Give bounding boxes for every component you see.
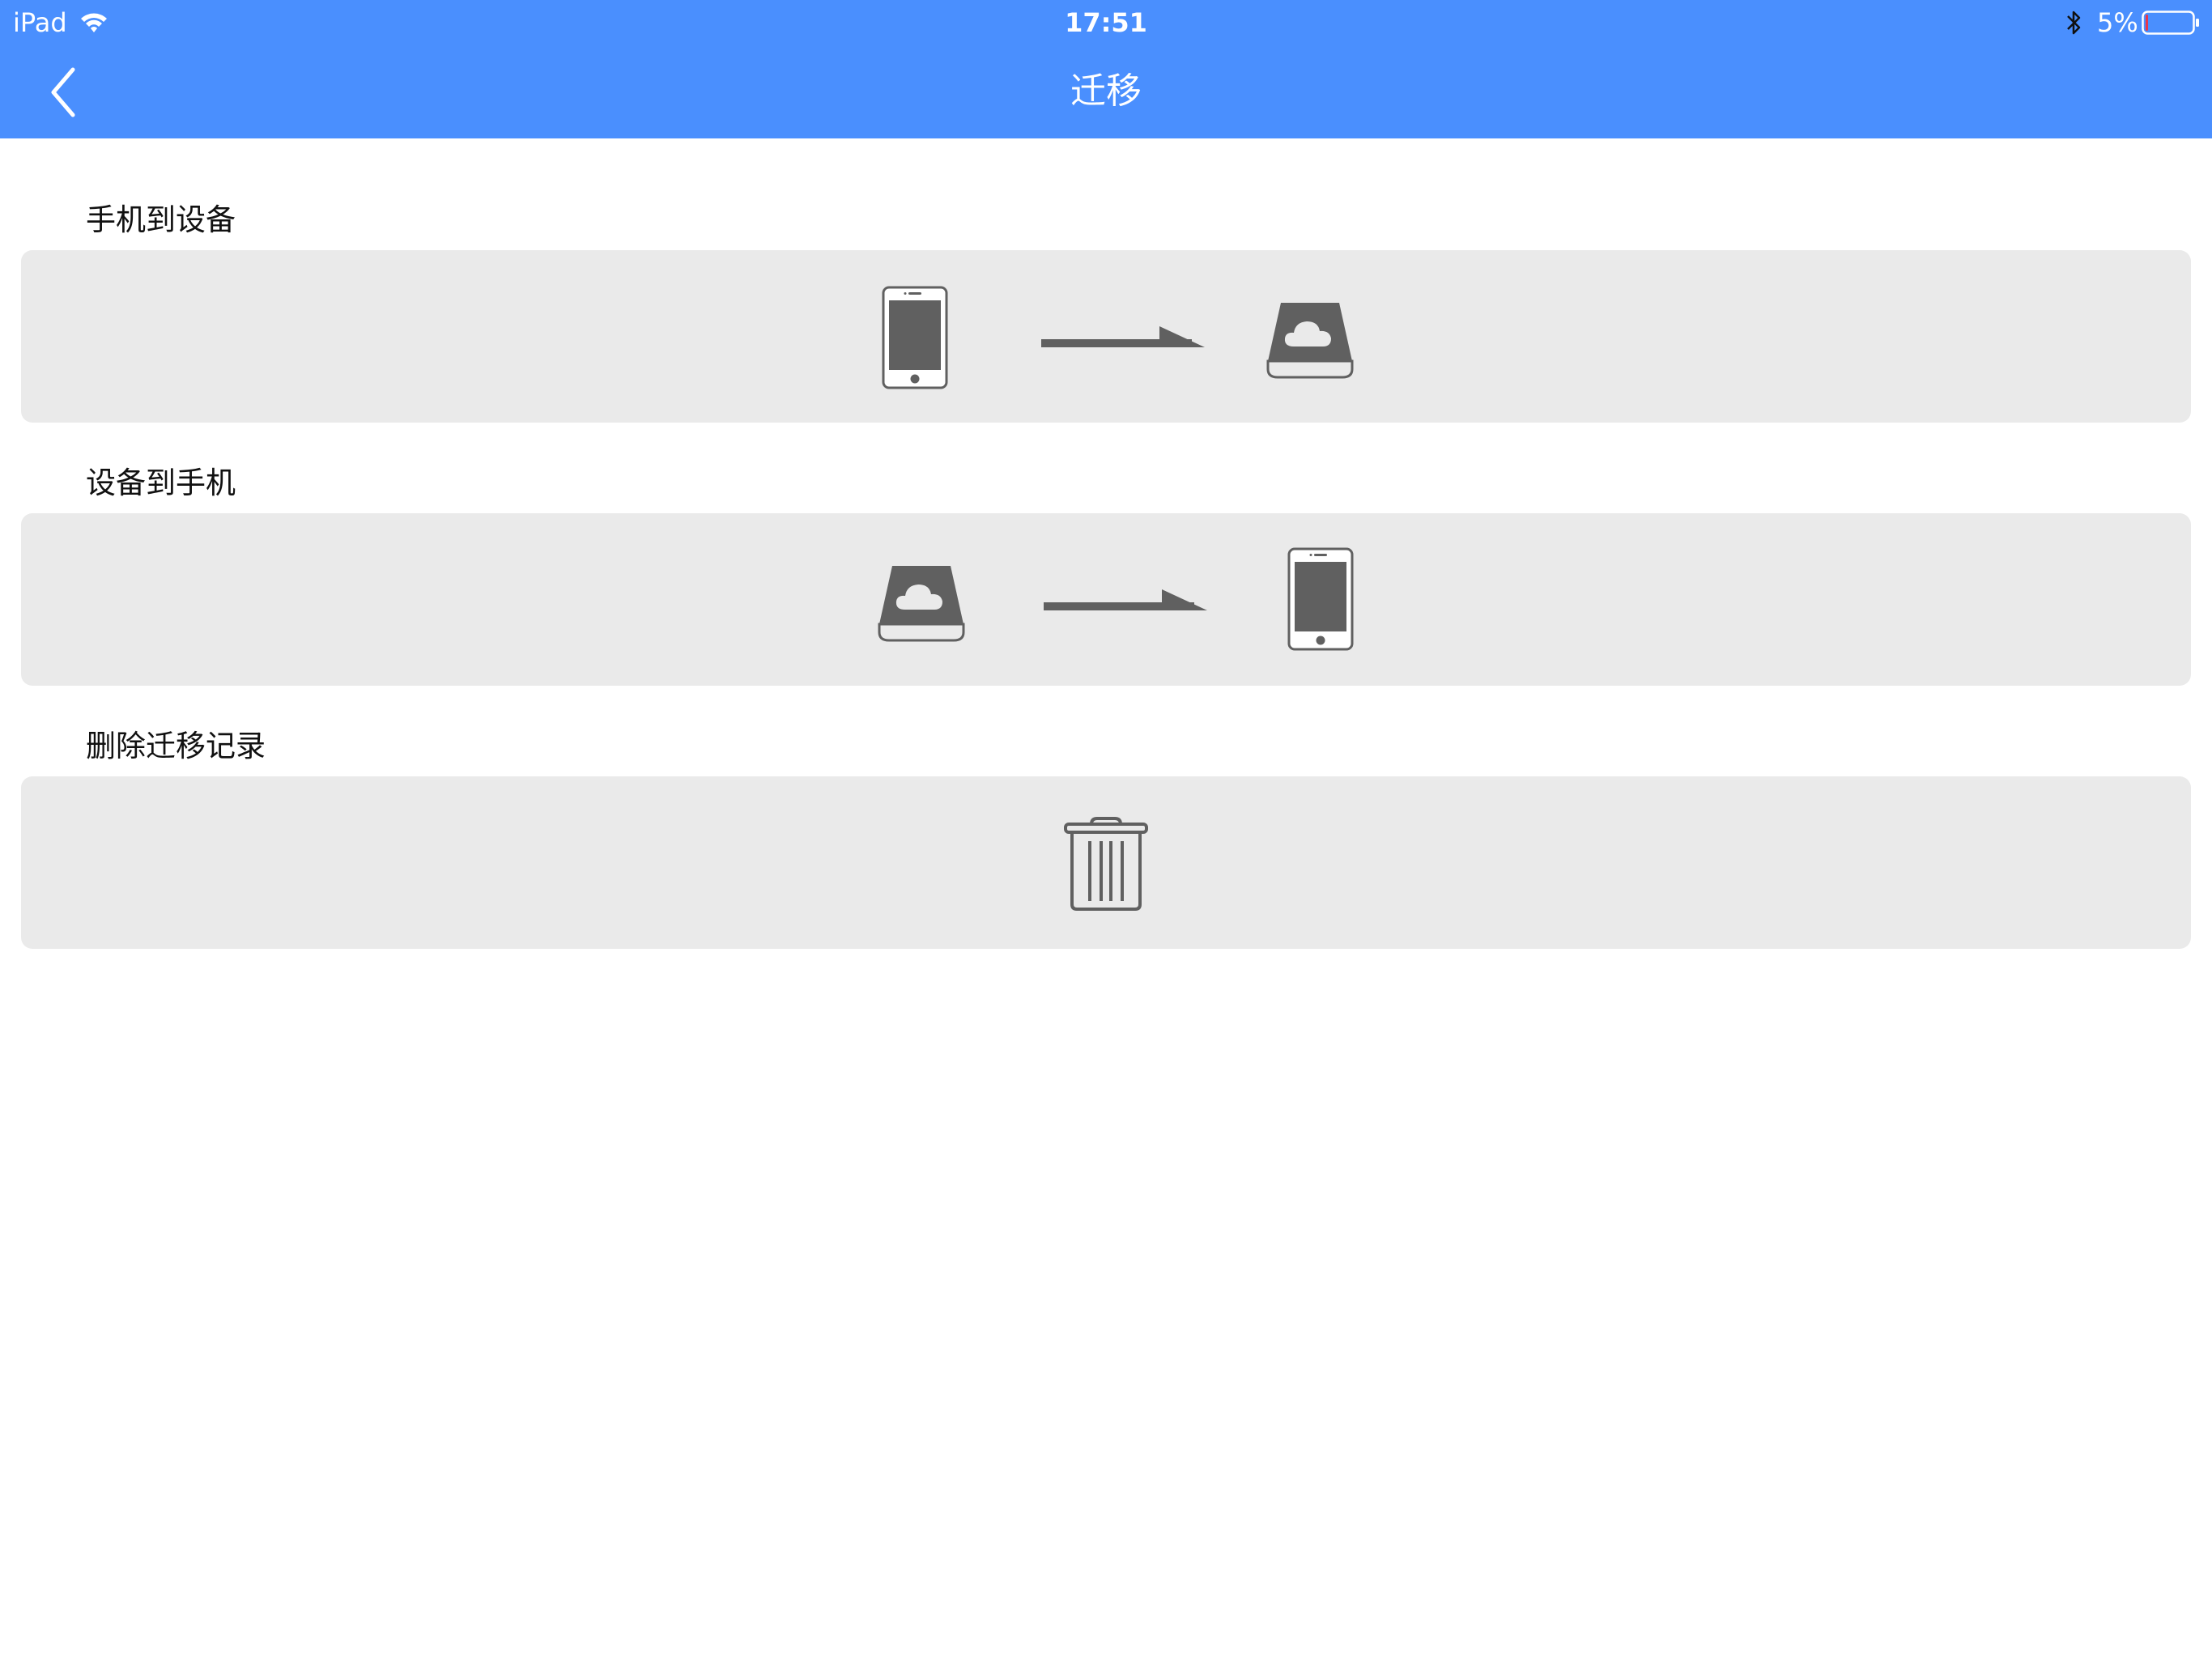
- battery-icon: [2142, 11, 2199, 35]
- arrow-right-icon: [1044, 589, 1207, 610]
- delete-records-button[interactable]: [21, 776, 2191, 949]
- phone-icon: [1287, 547, 1354, 651]
- cloud-drive-icon: [1266, 303, 1354, 379]
- trash-icon: [1064, 817, 1148, 911]
- status-bar: iPad 17:51 5%: [0, 0, 2212, 45]
- phone-to-device-button[interactable]: [21, 250, 2191, 423]
- status-time: 17:51: [1065, 7, 1147, 38]
- device-to-phone-button[interactable]: [21, 513, 2191, 686]
- section-label-delete-records: 删除迁移记录: [86, 729, 266, 763]
- battery-percent: 5%: [2097, 7, 2138, 38]
- section-label-phone-to-device: 手机到设备: [86, 202, 236, 237]
- navigation-bar: iPad 17:51 5% 迁移: [0, 0, 2212, 138]
- phone-icon: [882, 286, 948, 389]
- cloud-drive-icon: [878, 566, 965, 642]
- page-title: 迁移: [1070, 70, 1142, 112]
- section-label-device-to-phone: 设备到手机: [86, 466, 236, 500]
- bluetooth-icon: [2067, 11, 2081, 35]
- arrow-right-icon: [1041, 326, 1205, 347]
